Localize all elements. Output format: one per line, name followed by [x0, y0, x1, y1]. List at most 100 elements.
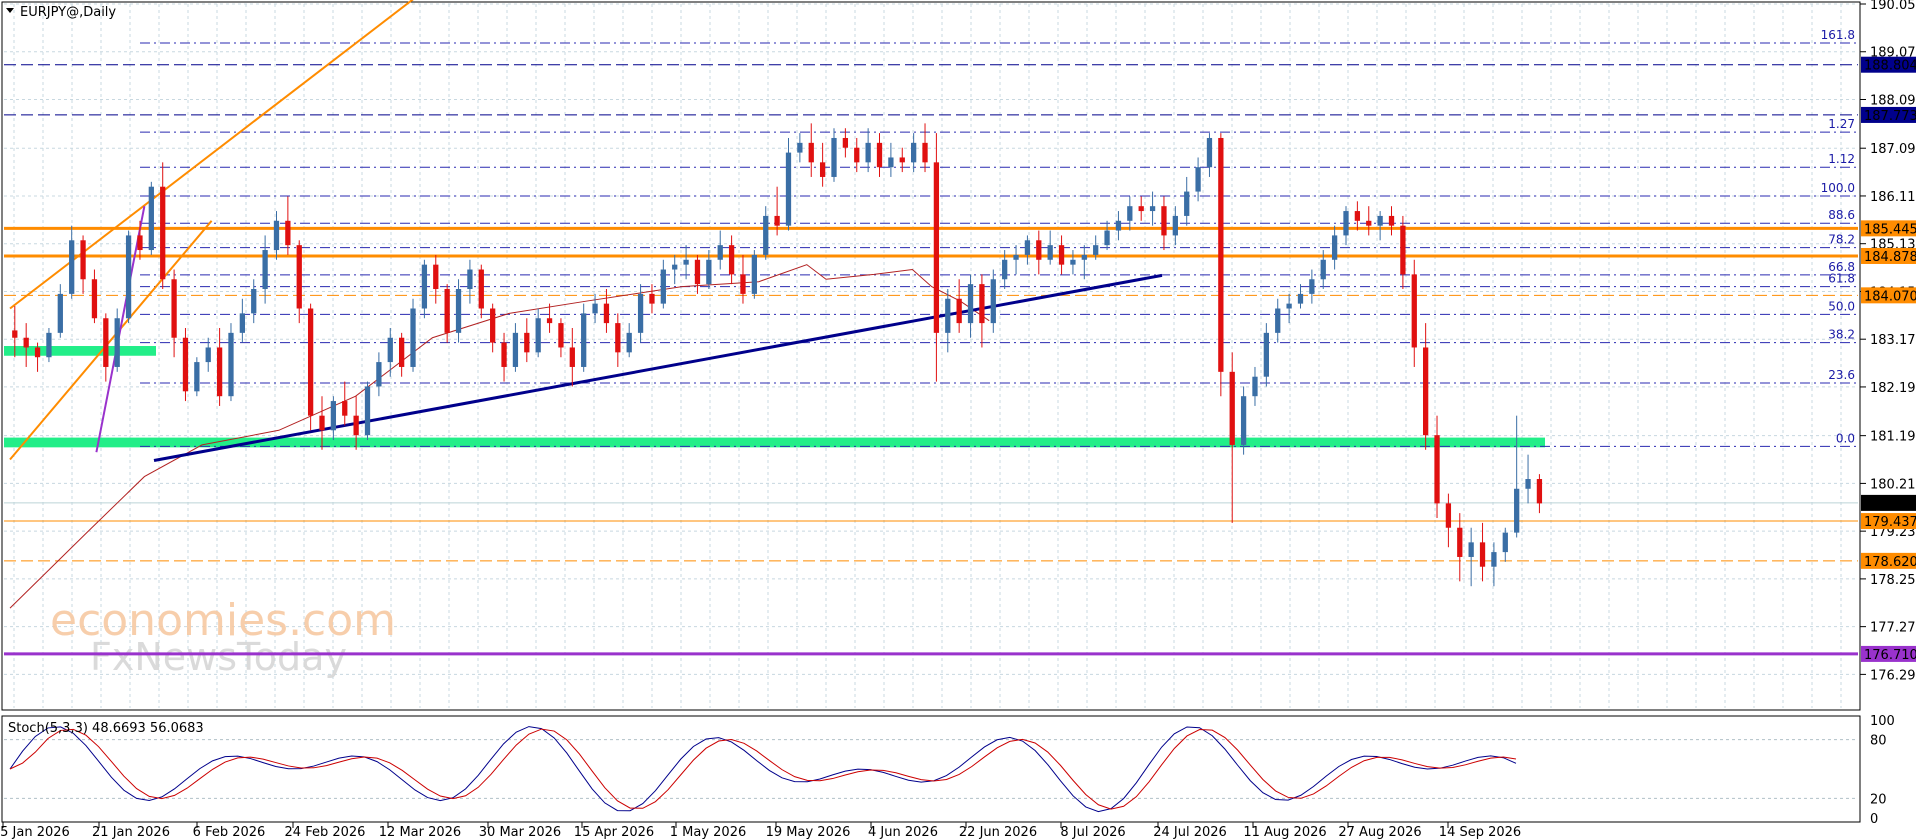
- x-tick-label: 24 Jul 2026: [1153, 825, 1227, 840]
- candle-bull: [1115, 220, 1122, 231]
- candle-bear: [319, 415, 325, 431]
- candle-bull: [512, 332, 519, 367]
- candle-bull: [1093, 245, 1099, 255]
- x-tick-label: 15 Apr 2026: [574, 825, 654, 840]
- x-tick-label: 5 Jan 2026: [0, 825, 70, 840]
- candle-bull: [1514, 488, 1520, 533]
- candle-bull: [1013, 254, 1019, 260]
- candle-bear: [1411, 274, 1417, 348]
- candle-bull: [114, 318, 120, 367]
- candle-bear: [1445, 503, 1452, 528]
- candle-bull: [1240, 396, 1247, 445]
- candle-bear: [933, 162, 940, 333]
- candle-bear: [819, 162, 826, 177]
- candle-bull: [376, 362, 382, 387]
- candle-bear: [1423, 347, 1429, 436]
- x-tick-label: 21 Jan 2026: [92, 825, 170, 840]
- fib-label: 1.27: [1828, 117, 1855, 131]
- y-tick-label: 183.170: [1870, 333, 1916, 348]
- candle-bull: [262, 250, 268, 290]
- x-tick-label: 1 May 2026: [670, 825, 747, 840]
- stoch-panel: [1, 715, 1861, 823]
- candle-bull: [1491, 552, 1497, 567]
- price-tag-label: 188.804: [1864, 59, 1916, 74]
- fib-label: 78.2: [1828, 233, 1855, 247]
- x-tick-label: 8 Jul 2026: [1060, 825, 1125, 840]
- fib-label: 0.0: [1836, 431, 1855, 445]
- eurjpy-daily-chart: economies.com FxNewsToday 161.8 1.27 1.12 1…: [0, 0, 1916, 840]
- candle-bull: [1377, 215, 1383, 226]
- candle-bull: [888, 157, 894, 168]
- y-tick-label: 186.110: [1870, 190, 1916, 205]
- y-tick-label: 187.090: [1870, 142, 1916, 157]
- candle-bull: [797, 142, 803, 153]
- candle-bull: [1252, 376, 1258, 397]
- candle-bear: [285, 220, 291, 246]
- candle-bear: [740, 274, 746, 294]
- candle-bear: [1138, 206, 1144, 212]
- candle-bear: [103, 318, 109, 367]
- candle-bull: [945, 298, 951, 333]
- candle-bull: [1286, 303, 1292, 309]
- candle-bear: [444, 289, 450, 333]
- fib-label: 100.0: [1821, 181, 1855, 195]
- candle-bear: [1229, 371, 1235, 445]
- candle-bull: [387, 337, 393, 363]
- stoch-tick-label: 20: [1870, 792, 1887, 807]
- candle-bear: [478, 269, 484, 309]
- x-tick-label: 30 Mar 2026: [479, 825, 561, 840]
- candle-bull: [421, 264, 428, 309]
- candle-bull: [239, 313, 245, 333]
- candle-bear: [1536, 479, 1543, 504]
- candle-bull: [148, 186, 154, 251]
- symbol-label: EURJPY@,Daily: [20, 5, 116, 20]
- candle-bear: [1161, 206, 1167, 236]
- x-tick-label: 19 May 2026: [766, 825, 851, 840]
- candle-bull: [683, 259, 689, 265]
- candle-bear: [1457, 527, 1463, 557]
- fib-label: 38.2: [1828, 328, 1855, 342]
- candle-bull: [1127, 206, 1133, 221]
- stoch-tick-label: 0: [1870, 812, 1878, 827]
- candle-bull: [1081, 254, 1087, 260]
- fib-label: 88.6: [1828, 208, 1855, 222]
- candle-bear: [1434, 435, 1440, 504]
- stoch-tick-label: 100: [1870, 714, 1895, 729]
- x-tick-label: 24 Feb 2026: [285, 825, 366, 840]
- x-tick-label: 27 Aug 2026: [1338, 825, 1421, 840]
- watermark-fxnewstoday: FxNewsToday: [90, 635, 347, 679]
- candle-bull: [831, 137, 837, 177]
- candle-bear: [1036, 240, 1042, 260]
- watermark: economies.com FxNewsToday: [50, 595, 396, 679]
- fib-label: 1.12: [1828, 152, 1855, 166]
- candle-bull: [1502, 532, 1508, 553]
- candle-bear: [1058, 245, 1065, 265]
- stoch-label: Stoch(5,3,3) 48.6693 56.0683: [8, 721, 204, 736]
- candle-bull: [1468, 542, 1474, 557]
- candle-bear: [12, 330, 18, 338]
- candle-bear: [182, 337, 189, 392]
- candle-bull: [194, 362, 200, 392]
- y-tick-label: 182.190: [1870, 381, 1916, 396]
- candle-bull: [1297, 293, 1304, 304]
- candle-bull: [865, 142, 871, 163]
- candle-bear: [171, 279, 177, 338]
- candle-bear: [353, 415, 359, 436]
- price-tag-label: 185.445: [1864, 222, 1916, 237]
- candle-bull: [1525, 479, 1531, 489]
- candle-bear: [1366, 220, 1372, 226]
- candle-bear: [854, 147, 860, 163]
- candle-bear: [569, 347, 575, 367]
- candle-bear: [399, 337, 405, 367]
- price-tag-label: 184.070: [1864, 289, 1916, 304]
- candle-bear: [558, 323, 564, 348]
- candle-bear: [956, 298, 962, 324]
- candle-bear: [1400, 225, 1406, 275]
- candle-bear: [23, 337, 29, 348]
- candle-bull: [1206, 137, 1213, 168]
- x-tick-label: 14 Sep 2026: [1439, 825, 1521, 840]
- candle-bear: [1388, 215, 1395, 226]
- candle-bull: [785, 152, 792, 226]
- candle-bear: [524, 332, 530, 353]
- y-tick-label: 180.210: [1870, 477, 1916, 492]
